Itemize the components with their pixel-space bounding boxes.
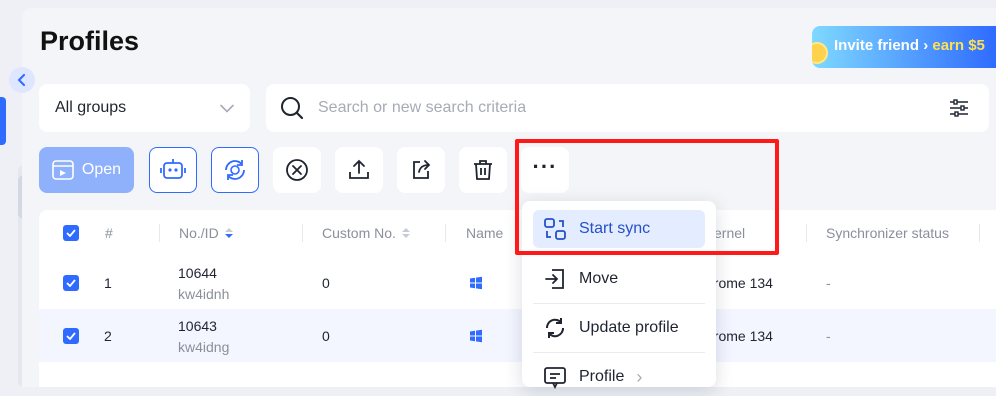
invite-arrow: ›	[923, 37, 929, 54]
menu-item-update-profile[interactable]: Update profile	[533, 309, 705, 347]
share-icon	[413, 160, 431, 179]
group-select-value: All groups	[55, 99, 127, 116]
row-checkbox[interactable]	[63, 275, 79, 291]
table-row[interactable]: 2 10643 kw4idng 0 hrome 134 -	[39, 309, 996, 362]
row-checkbox[interactable]	[63, 328, 79, 344]
group-select[interactable]: All groups	[39, 84, 250, 132]
search-input[interactable]	[316, 98, 949, 118]
coin-icon	[812, 42, 828, 64]
menu-item-label: Update profile	[579, 319, 679, 336]
menu-item-move[interactable]: Move	[533, 260, 705, 298]
browser-window-icon	[52, 160, 74, 180]
sort-desc-icon	[224, 228, 233, 238]
open-button[interactable]: Open	[39, 147, 134, 193]
highlight-annotation-box	[515, 139, 779, 255]
refresh-circle-icon	[225, 160, 245, 180]
row-index: 2	[104, 328, 112, 344]
menu-item-label: Profile	[579, 368, 625, 385]
submenu-arrow-icon: ›	[636, 366, 643, 387]
row-custom-no: 0	[322, 328, 330, 344]
header-sync-status[interactable]: Synchronizer status	[826, 210, 949, 256]
row-index: 1	[104, 275, 112, 291]
message-box-icon	[544, 367, 566, 389]
search-bar	[266, 84, 989, 132]
menu-item-profile[interactable]: Profile ›	[533, 358, 705, 396]
select-all-checkbox[interactable]	[63, 225, 79, 241]
invite-earn: earn $5	[932, 37, 985, 54]
header-number: #	[105, 225, 113, 241]
header-no-id-label: No./ID	[179, 225, 219, 241]
table-row[interactable]: 1 10644 kw4idnh 0 hrome 134 -	[39, 256, 996, 309]
trash-icon	[474, 160, 492, 180]
search-icon	[281, 97, 304, 120]
row-custom-no: 0	[322, 275, 330, 291]
page-title: Profiles	[40, 26, 140, 56]
windows-icon	[470, 329, 482, 343]
move-in-icon	[545, 269, 564, 289]
robot-icon	[160, 159, 186, 179]
header-custom-no-label: Custom No.	[322, 225, 396, 241]
upload-button[interactable]	[335, 147, 383, 193]
menu-item-label: Move	[579, 270, 619, 287]
invite-friend-banner[interactable]: Invite friend › earn $5	[812, 26, 996, 68]
row-id: kw4idng	[178, 339, 230, 355]
left-rail	[0, 0, 30, 387]
chevron-left-icon	[17, 74, 25, 86]
row-kernel: hrome 134	[706, 275, 773, 291]
chevron-down-icon	[220, 104, 234, 113]
sync-cookie-button[interactable]	[211, 147, 259, 193]
row-id: kw4idnh	[178, 286, 230, 302]
open-button-label: Open	[81, 161, 122, 178]
windows-icon	[470, 276, 482, 290]
automation-bot-button[interactable]	[149, 147, 197, 193]
invite-label: Invite friend	[834, 37, 920, 54]
row-kernel: hrome 134	[706, 328, 773, 344]
header-custom-no[interactable]: Custom No.	[322, 210, 411, 256]
row-no: 10643	[178, 318, 217, 334]
row-sync-status: -	[826, 328, 831, 344]
share-button[interactable]	[397, 147, 445, 193]
check-icon	[66, 332, 76, 340]
filter-settings-icon[interactable]	[949, 99, 969, 117]
delete-button[interactable]	[459, 147, 507, 193]
check-icon	[66, 279, 76, 287]
check-icon	[66, 229, 76, 237]
header-name[interactable]: Name	[466, 210, 503, 256]
rail-active-indicator	[0, 97, 6, 145]
refresh-icon	[545, 318, 565, 338]
upload-icon	[349, 159, 369, 179]
sort-icon	[401, 228, 410, 238]
collapse-sidebar-button[interactable]	[9, 67, 35, 93]
row-sync-status: -	[826, 275, 831, 291]
close-circle-icon	[286, 159, 308, 181]
header-no-id[interactable]: No./ID	[179, 210, 234, 256]
invite-text: Invite friend › earn $5	[834, 37, 985, 54]
close-profile-button[interactable]	[273, 147, 321, 193]
row-no: 10644	[178, 265, 217, 281]
